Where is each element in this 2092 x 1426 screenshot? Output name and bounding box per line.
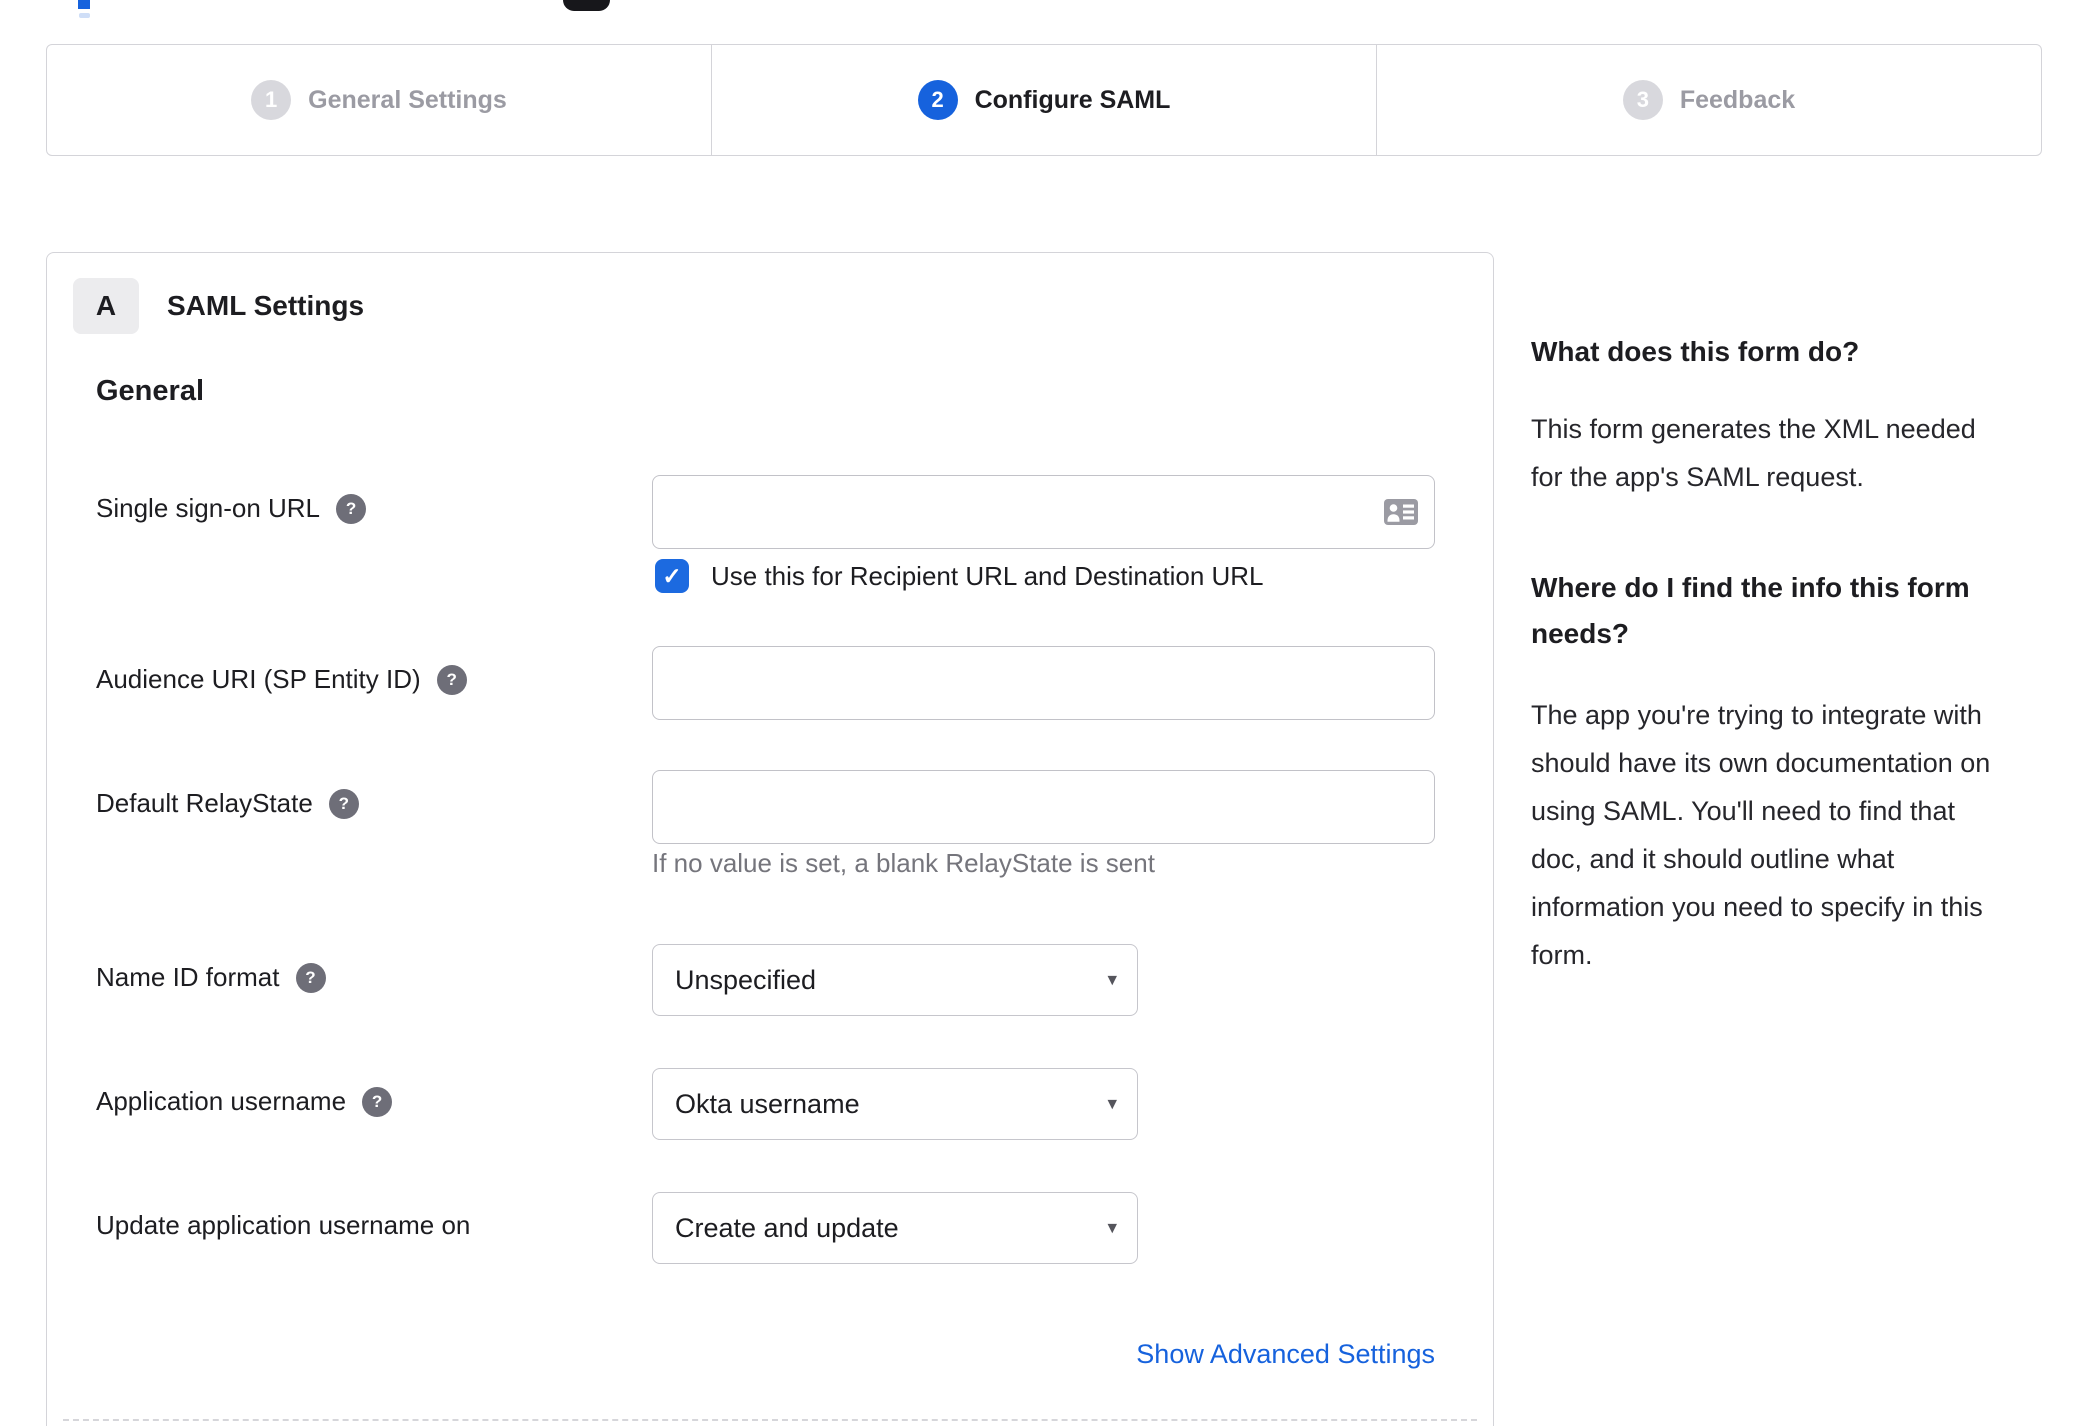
update-app-username-select[interactable]: Create and update ▾ <box>652 1192 1138 1264</box>
chevron-down-icon: ▾ <box>1107 1093 1117 1115</box>
recipient-url-checkbox[interactable]: ✓ <box>655 559 689 593</box>
section-title: SAML Settings <box>167 290 365 321</box>
help-text-line: doc, and it should outline what <box>1531 844 1895 874</box>
chevron-down-icon: ▾ <box>1107 1217 1117 1239</box>
application-username-label: Application username ? <box>96 1086 393 1117</box>
help-icon[interactable]: ? <box>362 1086 393 1117</box>
step-label: General Settings <box>308 85 507 114</box>
step-label: Feedback <box>1679 85 1796 114</box>
show-advanced-settings-link[interactable]: Show Advanced Settings <box>1136 1339 1435 1369</box>
help-paragraph-2: The app you're trying to integrate with … <box>1531 691 2033 979</box>
audience-uri-label: Audience URI (SP Entity ID) ? <box>96 664 467 695</box>
general-group-heading: General <box>96 375 204 407</box>
saml-settings-panel: A SAML Settings General Single sign-on U… <box>46 252 1494 1426</box>
update-app-username-label: Update application username on <box>96 1210 470 1241</box>
help-text-line: The app you're trying to integrate with <box>1531 700 1982 730</box>
wizard-step-general-settings[interactable]: 1 General Settings <box>47 45 711 155</box>
cutoff-blue-fragment-light <box>79 13 90 18</box>
sso-url-label: Single sign-on URL ? <box>96 493 367 524</box>
field-label-text: Update application username on <box>96 1210 471 1240</box>
recipient-url-checkbox-row: ✓ Use this for Recipient URL and Destina… <box>47 559 1493 595</box>
form-help-sidebar: What does this form do? This form genera… <box>1531 329 2033 979</box>
select-value: Okta username <box>675 1088 860 1119</box>
field-label-text: Audience URI (SP Entity ID) <box>96 664 421 694</box>
relaystate-helper-text: If no value is set, a blank RelayState i… <box>652 848 1155 878</box>
select-value: Create and update <box>675 1212 899 1243</box>
default-relaystate-label: Default RelayState ? <box>96 788 359 819</box>
help-heading-line: needs? <box>1531 618 1630 649</box>
recipient-url-checkbox-label[interactable]: Use this for Recipient URL and Destinati… <box>711 561 1264 592</box>
chevron-down-icon: ▾ <box>1107 969 1117 991</box>
field-label-text: Application username <box>96 1086 347 1116</box>
help-heading-2: Where do I find the info this form needs… <box>1531 565 2033 657</box>
contact-card-icon[interactable] <box>1383 498 1419 526</box>
field-label-text: Name ID format <box>96 962 280 992</box>
step-number-badge: 2 <box>917 80 958 120</box>
step-number-badge: 3 <box>1622 80 1663 120</box>
name-id-format-select[interactable]: Unspecified ▾ <box>652 944 1138 1016</box>
help-icon[interactable]: ? <box>328 788 359 819</box>
help-icon[interactable]: ? <box>336 493 367 524</box>
step-number-badge: 1 <box>251 80 292 120</box>
cutoff-blue-fragment <box>78 0 90 9</box>
help-heading-1: What does this form do? <box>1531 336 1860 367</box>
help-text-line: information you need to specify in this <box>1531 892 1983 922</box>
section-a-badge: A <box>73 278 139 334</box>
checkmark-icon: ✓ <box>662 562 682 589</box>
help-text-line: This form generates the XML needed <box>1531 414 1976 444</box>
wizard-step-configure-saml[interactable]: 2 Configure SAML <box>711 45 1376 155</box>
help-text-line: form. <box>1531 940 1593 970</box>
help-text-line: for the app's SAML request. <box>1531 462 1864 492</box>
help-paragraph-1: This form generates the XML needed for t… <box>1531 405 2033 501</box>
wizard-step-feedback[interactable]: 3 Feedback <box>1376 45 2041 155</box>
field-label-text: Default RelayState <box>96 788 313 818</box>
sso-url-input[interactable] <box>652 475 1435 549</box>
select-value: Unspecified <box>675 964 817 995</box>
help-text-line: should have its own documentation on <box>1531 748 1991 778</box>
help-icon[interactable]: ? <box>295 962 326 993</box>
step-wizard: 1 General Settings 2 Configure SAML 3 Fe… <box>46 44 2042 156</box>
dashed-section-divider <box>63 1419 1477 1421</box>
cutoff-heading-fragment <box>563 0 610 11</box>
help-heading-line: Where do I find the info this form <box>1531 572 1970 603</box>
name-id-format-label: Name ID format ? <box>96 962 326 993</box>
field-label-text: Single sign-on URL <box>96 493 321 523</box>
help-text-line: using SAML. You'll need to find that <box>1531 796 1955 826</box>
default-relaystate-input[interactable] <box>652 770 1435 844</box>
help-icon[interactable]: ? <box>436 664 467 695</box>
step-label: Configure SAML <box>974 85 1171 114</box>
audience-uri-input[interactable] <box>652 646 1435 720</box>
application-username-select[interactable]: Okta username ▾ <box>652 1068 1138 1140</box>
